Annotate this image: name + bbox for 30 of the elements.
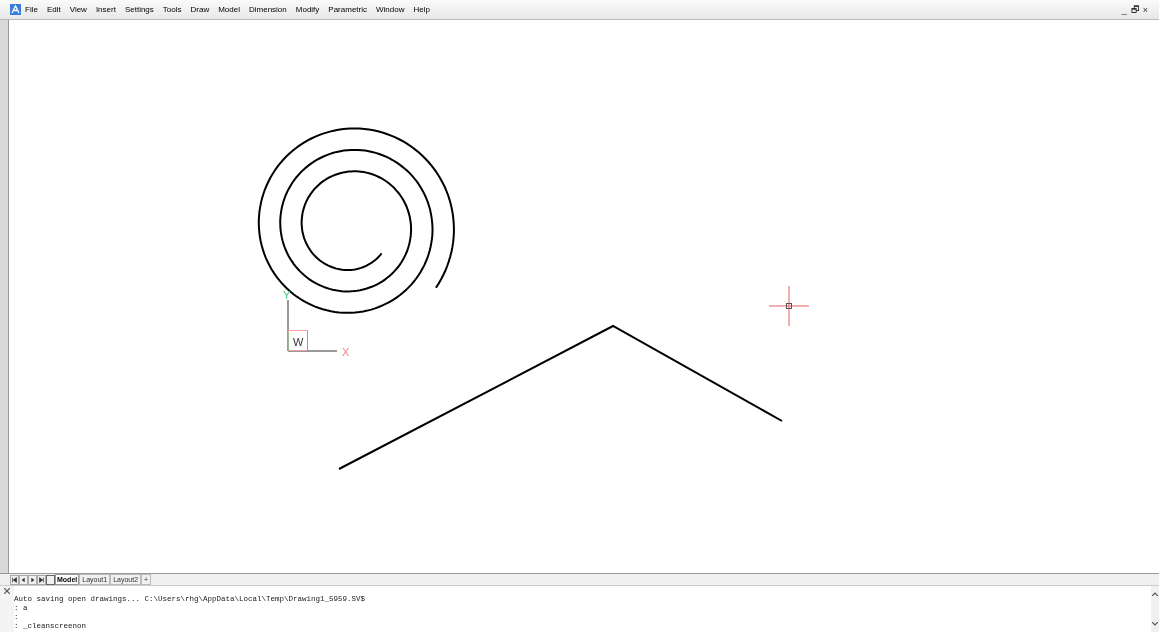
app-logo-icon[interactable] (10, 4, 21, 15)
scrollbar[interactable] (1151, 586, 1159, 632)
menu-item[interactable]: Edit (46, 3, 61, 16)
menu-item[interactable]: Settings (124, 3, 154, 16)
ucs-axis-drawing (287, 299, 338, 352)
menu-item[interactable]: Model (218, 3, 240, 16)
w-label: W (293, 336, 304, 348)
menu-item[interactable]: Insert (95, 3, 116, 16)
menu-item[interactable]: Draw (190, 3, 210, 16)
last-tab-icon[interactable] (37, 574, 46, 585)
scroll-up-icon[interactable] (1152, 592, 1158, 596)
crosshair-cursor-icon (768, 285, 810, 327)
menu-item[interactable]: File (25, 3, 38, 16)
menu-item[interactable]: Help (413, 3, 430, 16)
restore-button[interactable]: 🗗 (1129, 4, 1140, 15)
close-icon[interactable] (4, 588, 10, 594)
menu-item[interactable]: Tools (162, 3, 182, 16)
menu-item[interactable]: Dimension (248, 3, 287, 16)
scroll-down-icon[interactable] (1152, 622, 1158, 626)
first-tab-icon[interactable] (10, 574, 19, 585)
y-axis-label: Y (283, 289, 291, 301)
menu-item[interactable]: Window (376, 3, 405, 16)
close-button[interactable]: × (1141, 4, 1149, 15)
menu-item[interactable]: View (69, 3, 87, 16)
previous-tab-icon[interactable] (19, 574, 28, 585)
menu-item[interactable]: Modify (295, 3, 320, 16)
next-tab-icon[interactable] (28, 574, 37, 585)
menu-item[interactable]: Parametric (328, 3, 367, 16)
x-axis-label: X (342, 346, 350, 358)
minimize-button[interactable]: _ (1120, 4, 1128, 15)
